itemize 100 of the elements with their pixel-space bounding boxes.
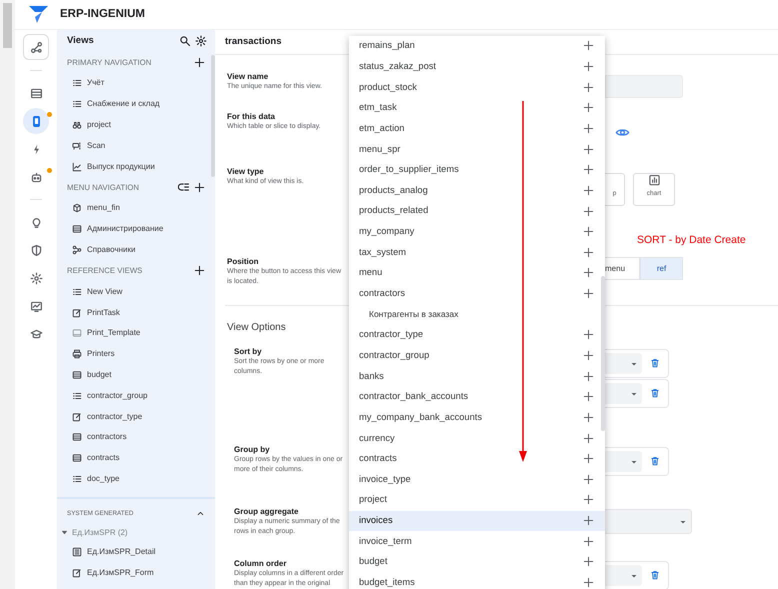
sidebar-item[interactable]: Ед.ИзмSPR_Detail [57,541,215,562]
sidebar-item[interactable]: Scan [57,135,215,156]
field-label: Sort by [234,347,263,358]
sidebar-item[interactable]: Снабжение и склад [57,94,215,115]
sidebar-item[interactable]: Справочники [57,240,215,260]
dropdown-item[interactable]: contractor_group [349,346,605,366]
scrollbar-thumb[interactable] [3,3,12,48]
dropdown-item[interactable]: products_analog [349,180,605,202]
sidebar-item[interactable]: contractor_type [57,406,215,427]
select-field[interactable] [605,451,642,472]
dropdown-item[interactable]: status_zakaz_post [349,56,605,78]
select-field[interactable] [605,383,642,404]
plus-icon [583,164,594,176]
dropdown-item[interactable]: contractor_bank_accounts [349,386,605,408]
select-field[interactable] [605,509,692,534]
position-tab[interactable]: ref [640,257,683,280]
sidebar-item[interactable]: contracts [57,448,215,469]
dropdown-item[interactable]: order_to_supplier_items [349,160,605,180]
sidebar-item[interactable]: Print_Template [57,322,215,344]
table-icon [72,224,82,234]
plus-icon [583,494,594,506]
dropdown-item[interactable]: menu [349,263,605,284]
edit-icon [72,308,82,318]
sidebar-item[interactable]: budget [57,364,215,386]
dropdown-item[interactable]: contractors [349,284,605,304]
dropdown-item[interactable]: etm_action [349,118,605,140]
dropdown-item[interactable]: contractor_type [349,324,605,346]
reorder-icon [178,181,190,194]
logo-icon [29,6,48,23]
view-title: transactions [225,34,282,49]
table-icon [72,370,82,380]
dropdown-item[interactable]: project [349,490,605,511]
panel-title: Views [67,34,95,48]
dropdown-item[interactable]: invoice_type [349,469,605,490]
blank-card-icon [72,328,82,338]
dropdown-item[interactable]: invoices [349,510,605,532]
plus-icon [583,82,594,93]
connections-icon [72,244,82,255]
plus-icon [583,40,594,52]
plus-icon [583,206,594,217]
plus-icon [583,412,594,423]
dropdown-item[interactable]: remains_plan [349,36,605,57]
scrollbar-thumb[interactable] [601,276,605,431]
list-icon [72,474,82,484]
field-label: Position [227,257,260,268]
cube-icon [72,203,82,214]
sidebar-item[interactable]: contractor_group [57,385,215,406]
sidebar-item[interactable]: Ед.ИзмSPR_Form [57,562,215,583]
dropdown-item[interactable]: etm_task [349,98,605,119]
text-field[interactable] [605,75,683,98]
search-icon [179,35,191,47]
nodes-icon [30,40,42,54]
dropdown-item[interactable]: invoice_term [349,531,605,552]
dropdown-item[interactable]: budget_items [349,572,605,589]
dropdown-item[interactable]: products_related [349,201,605,222]
sidebar-item[interactable]: Учёт [57,73,215,94]
field-label: For this data [227,112,276,122]
dropdown-item[interactable]: contracts [349,448,605,470]
line-chart-icon [72,162,82,172]
printer-icon [72,349,82,360]
monitor-icon [30,300,42,312]
plus-icon [583,61,594,72]
sidebar-item[interactable]: PrintTask [57,302,215,323]
sidebar-item[interactable]: Администрирование [57,218,215,240]
sidebar-item[interactable]: Выпуск продукции [57,156,215,177]
plus-icon [194,182,205,193]
settings-icon [195,35,207,47]
dropdown-item[interactable]: my_company_bank_accounts [349,408,605,428]
dropdown-item[interactable]: my_company [349,222,605,242]
plus-icon [583,432,594,444]
trash-icon [650,456,660,466]
annotation-text: SORT - by Date Create [637,233,746,248]
select-field[interactable] [605,353,642,374]
sidebar-item[interactable]: New View [57,281,215,302]
field-label: Group by [234,445,271,456]
plus-icon [583,370,594,382]
position-tab[interactable]: menu [605,257,640,280]
app-title: ERP-INGENIUM [60,6,145,22]
field-label: Group aggregate [234,507,300,518]
select-field[interactable] [605,565,642,586]
bar-chart-icon [648,174,660,186]
dropdown-item[interactable]: menu_spr [349,139,605,160]
plus-icon [583,329,594,340]
edit-icon [72,568,82,578]
lightbulb-icon [30,216,42,228]
dropdown-item[interactable]: budget [349,552,605,573]
sidebar-item[interactable]: menu_fin [57,198,215,219]
dropdown-item[interactable]: tax_system [349,242,605,264]
plus-icon [583,474,594,485]
dropdown-item[interactable]: currency [349,428,605,449]
sidebar-item[interactable]: doc_type [57,468,215,490]
sidebar-item[interactable]: contractors [57,426,215,448]
plus-icon [583,226,594,238]
sidebar-item[interactable]: Printers [57,344,215,365]
rail-tab[interactable] [23,108,49,134]
field-label: View name [227,72,270,82]
dropdown-item[interactable]: banks [349,366,605,387]
sidebar-item[interactable]: project [57,114,215,136]
dropdown-item[interactable]: product_stock [349,77,605,98]
rail-tab[interactable] [23,34,49,60]
